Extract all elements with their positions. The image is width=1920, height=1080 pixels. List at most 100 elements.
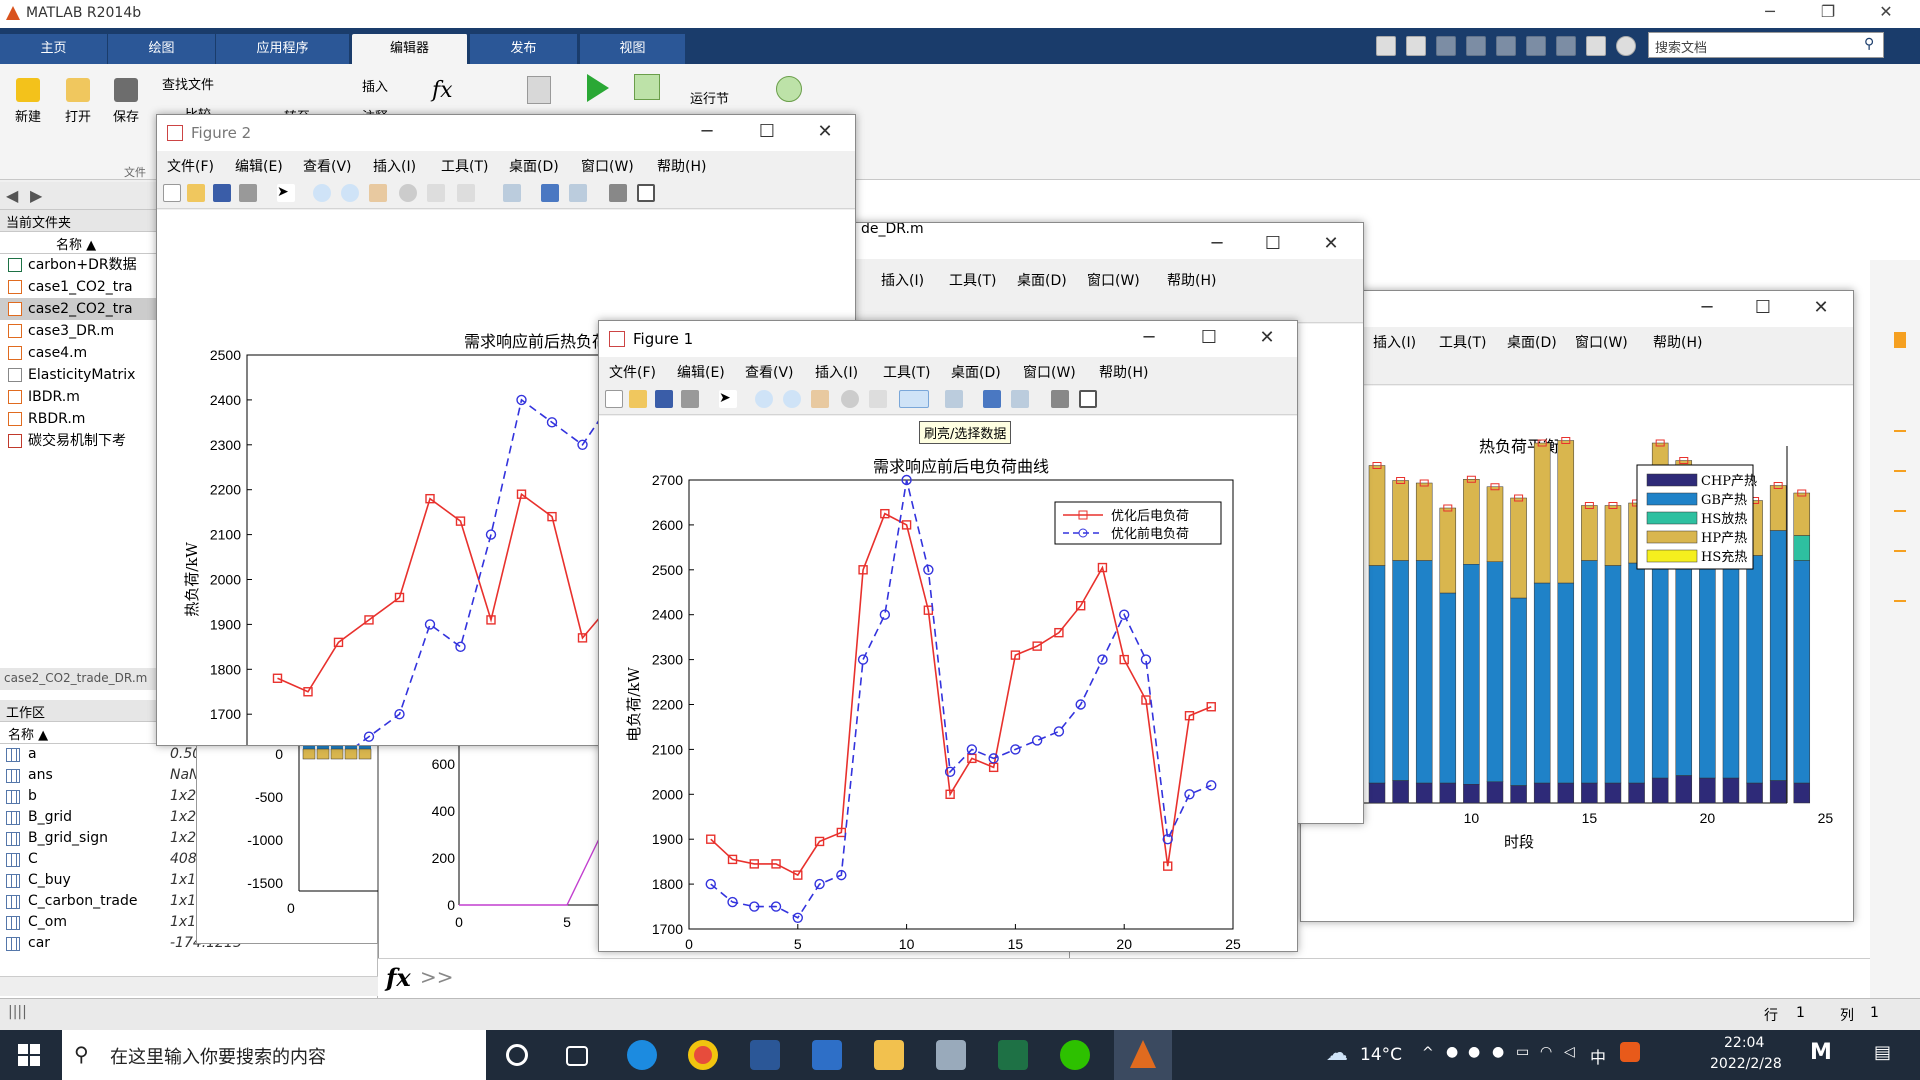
- forward-arrow-icon[interactable]: ▶: [30, 186, 42, 205]
- menu-desktop[interactable]: 桌面(D): [1507, 332, 1557, 352]
- search-icon[interactable]: ⚲: [1864, 36, 1874, 52]
- menu-tools[interactable]: 工具(T): [1439, 332, 1486, 352]
- menu-insert[interactable]: 插入(I): [373, 156, 416, 176]
- app-icon[interactable]: [936, 1040, 966, 1070]
- rotate-3d-icon[interactable]: [399, 184, 417, 202]
- close-button[interactable]: ✕: [1311, 233, 1351, 254]
- minimize-button[interactable]: ─: [1687, 297, 1727, 318]
- menu-window[interactable]: 窗口(W): [1575, 332, 1628, 352]
- sogou-icon[interactable]: [1620, 1042, 1640, 1062]
- visio-icon[interactable]: [812, 1040, 842, 1070]
- find-files-button[interactable]: 查找文件: [162, 74, 214, 93]
- menu-insert[interactable]: 插入(I): [815, 362, 858, 382]
- qq-icon[interactable]: ●: [1468, 1044, 1480, 1060]
- file-explorer-icon[interactable]: [874, 1040, 904, 1070]
- tab-publish[interactable]: 发布: [470, 34, 578, 64]
- tab-apps[interactable]: 应用程序: [216, 34, 350, 64]
- pointer-icon[interactable]: ➤: [277, 184, 295, 202]
- edge-browser-icon[interactable]: [627, 1040, 657, 1070]
- insert-button[interactable]: 插入: [362, 76, 388, 95]
- menu-edit[interactable]: 编辑(E): [235, 156, 283, 176]
- print-icon[interactable]: [681, 390, 699, 408]
- redo-icon[interactable]: [1556, 36, 1576, 56]
- maximize-button[interactable]: ☐: [1189, 327, 1229, 348]
- clock-time[interactable]: 22:04: [1724, 1035, 1764, 1051]
- zoom-out-icon[interactable]: [783, 390, 801, 408]
- tab-editor[interactable]: 编辑器: [352, 34, 468, 64]
- app-m-icon[interactable]: M: [1810, 1040, 1832, 1065]
- menu-help[interactable]: 帮助(H): [1653, 332, 1702, 352]
- file-item[interactable]: case3_DR.m: [0, 320, 157, 342]
- file-item[interactable]: case2_CO2_tra: [0, 298, 157, 320]
- link-plot-icon[interactable]: [945, 390, 963, 408]
- rotate-3d-icon[interactable]: [841, 390, 859, 408]
- windows-start-icon[interactable]: [18, 1044, 40, 1066]
- menu-desktop[interactable]: 桌面(D): [509, 156, 559, 176]
- quick-save-icon[interactable]: [1406, 36, 1426, 56]
- tab-home[interactable]: 主页: [0, 34, 108, 64]
- warning-marker[interactable]: [1894, 600, 1906, 602]
- maximize-button[interactable]: ☐: [747, 121, 787, 142]
- ribbon-collapse-icon[interactable]: [1896, 36, 1916, 56]
- file-item[interactable]: RBDR.m: [0, 408, 157, 430]
- horizontal-scrollbar[interactable]: [0, 976, 378, 996]
- new-figure-icon[interactable]: [163, 184, 181, 202]
- hide-plot-tools-icon[interactable]: [1051, 390, 1069, 408]
- editor-tab-partial[interactable]: de_DR.m: [861, 223, 924, 237]
- menu-desktop[interactable]: 桌面(D): [1017, 270, 1067, 290]
- cut-icon[interactable]: [1436, 36, 1456, 56]
- colorbar-icon[interactable]: [541, 184, 559, 202]
- paste-icon[interactable]: [1496, 36, 1516, 56]
- wifi-icon[interactable]: ◠: [1540, 1044, 1552, 1060]
- pointer-icon[interactable]: ➤: [719, 390, 737, 408]
- task-view-icon[interactable]: [566, 1046, 588, 1066]
- file-item[interactable]: 碳交易机制下考: [0, 430, 157, 452]
- print-icon[interactable]: [239, 184, 257, 202]
- breakpoint-icon[interactable]: [527, 76, 551, 104]
- close-button[interactable]: ✕: [805, 121, 845, 142]
- menu-tools[interactable]: 工具(T): [441, 156, 488, 176]
- run-icon[interactable]: [587, 74, 609, 102]
- data-cursor-icon[interactable]: [427, 184, 445, 202]
- menu-window[interactable]: 窗口(W): [1087, 270, 1140, 290]
- battery-icon[interactable]: ▭: [1516, 1044, 1529, 1060]
- brush-icon[interactable]: [899, 390, 929, 408]
- brush-icon[interactable]: [457, 184, 475, 202]
- new-button[interactable]: 新建: [8, 78, 48, 125]
- close-button[interactable]: ✕: [1247, 327, 1287, 348]
- copy-icon[interactable]: [1466, 36, 1486, 56]
- pan-hand-icon[interactable]: [811, 390, 829, 408]
- tab-plots[interactable]: 绘图: [108, 34, 216, 64]
- maximize-button[interactable]: ☐: [1743, 297, 1783, 318]
- taskbar-search-box[interactable]: ⚲ 在这里输入你要搜索的内容: [62, 1030, 486, 1080]
- open-file-icon[interactable]: [187, 184, 205, 202]
- menu-window[interactable]: 窗口(W): [1023, 362, 1076, 382]
- show-plot-tools-icon[interactable]: [637, 184, 655, 202]
- save-figure-icon[interactable]: [213, 184, 231, 202]
- menu-tools[interactable]: 工具(T): [883, 362, 930, 382]
- menu-help[interactable]: 帮助(H): [657, 156, 706, 176]
- legend-icon[interactable]: [569, 184, 587, 202]
- zoom-in-icon[interactable]: [755, 390, 773, 408]
- excel-icon[interactable]: [998, 1040, 1028, 1070]
- warning-marker[interactable]: [1894, 470, 1906, 472]
- pan-hand-icon[interactable]: [369, 184, 387, 202]
- wechat-icon[interactable]: [1060, 1040, 1090, 1070]
- cortana-icon[interactable]: [506, 1044, 528, 1066]
- qq-icon[interactable]: ●: [1446, 1044, 1458, 1060]
- menu-tools[interactable]: 工具(T): [949, 270, 996, 290]
- run-advance-icon[interactable]: [634, 74, 660, 100]
- volume-icon[interactable]: ◁: [1564, 1044, 1575, 1060]
- data-cursor-icon[interactable]: [869, 390, 887, 408]
- file-item[interactable]: carbon+DR数据: [0, 254, 157, 276]
- chevron-up-icon[interactable]: ^: [1422, 1045, 1434, 1061]
- warning-marker[interactable]: [1894, 510, 1906, 512]
- weather-temp[interactable]: 14°C: [1360, 1045, 1402, 1065]
- run-section-button[interactable]: 运行节: [690, 88, 729, 107]
- menu-help[interactable]: 帮助(H): [1167, 270, 1216, 290]
- tab-view[interactable]: 视图: [580, 34, 686, 64]
- menu-desktop[interactable]: 桌面(D): [951, 362, 1001, 382]
- menu-insert[interactable]: 插入(I): [1373, 332, 1416, 352]
- ime-indicator[interactable]: 中: [1590, 1044, 1606, 1068]
- run-timer-icon[interactable]: [776, 76, 802, 102]
